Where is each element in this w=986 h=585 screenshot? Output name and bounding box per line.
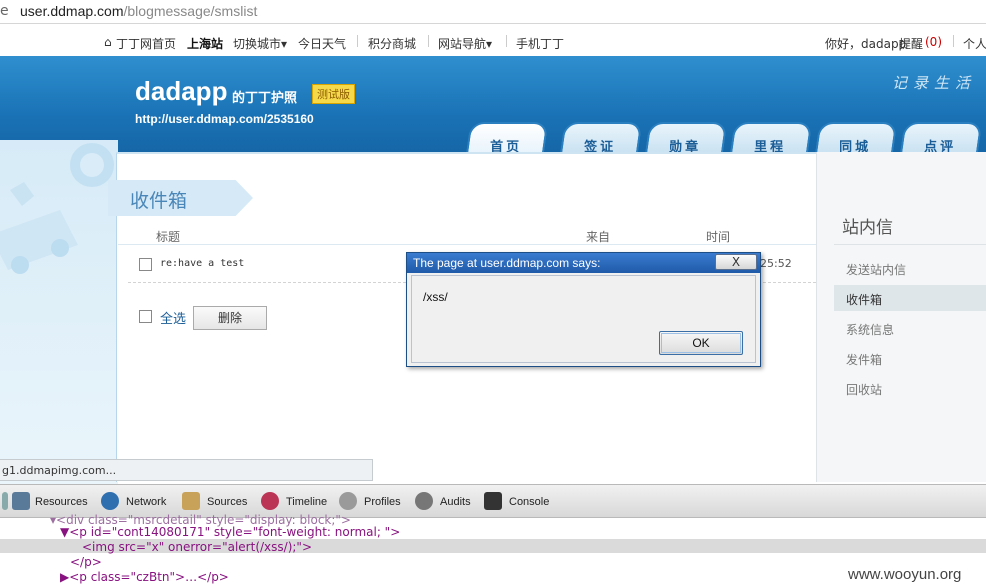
tab-medals[interactable]: 勋章 — [644, 122, 728, 156]
top-nav: ⌂ 丁丁网首页 上海站 切换城市▾ 今日天气 积分商城 网站导航▾ 手机丁丁 你… — [0, 24, 986, 56]
nav-home[interactable]: 丁丁网首页 — [116, 35, 176, 52]
right-item-trash[interactable]: 回收站 — [846, 381, 882, 398]
dialog-message: /xss/ — [423, 290, 448, 304]
profiles-icon — [339, 492, 357, 510]
address-bar[interactable]: e user.ddmap.com/blogmessage/smslist — [0, 0, 986, 24]
nav-mobile[interactable]: 手机丁丁 — [516, 35, 564, 52]
delete-button[interactable]: 删除 — [193, 306, 267, 330]
devtools-tab-timeline[interactable]: Timeline — [286, 496, 327, 508]
home-icon[interactable]: ⌂ — [104, 35, 112, 49]
devtools-tab-network[interactable]: Network — [126, 496, 166, 508]
col-from: 来自 — [586, 230, 611, 244]
url-host: user.ddmap.com — [20, 3, 124, 19]
inbox-title: 收件箱 — [108, 180, 253, 216]
code-line[interactable]: ▶<p class="czBtn">…</p> — [60, 570, 229, 584]
ok-button[interactable]: OK — [659, 331, 743, 355]
right-item-outbox[interactable]: 发件箱 — [846, 351, 882, 368]
console-icon — [484, 492, 502, 510]
home-url[interactable]: http://user.ddmap.com/2535160 — [135, 112, 314, 126]
timeline-icon — [261, 492, 279, 510]
right-item-system[interactable]: 系统信息 — [846, 321, 894, 338]
car-flower-illustration — [0, 143, 114, 274]
code-line-selected[interactable]: <img src="x" onerror="alert(/xss/);"> — [82, 540, 312, 554]
tab-home[interactable]: 首页 — [465, 122, 549, 156]
code-line[interactable]: ▼<p id="cont14080171" style="font-weight… — [60, 525, 400, 539]
divider — [357, 35, 358, 47]
divider — [834, 244, 986, 245]
dialog-title: The page at user.ddmap.com says: — [407, 253, 760, 273]
devtools-tab-audits[interactable]: Audits — [440, 496, 471, 508]
tab-local[interactable]: 同城 — [814, 122, 898, 156]
divider — [506, 35, 507, 47]
code-line[interactable]: </p> — [70, 555, 102, 569]
url-text[interactable]: user.ddmap.com/blogmessage/smslist — [20, 3, 257, 19]
right-item-send[interactable]: 发送站内信 — [846, 261, 906, 278]
nav-points-mall[interactable]: 积分商城 — [368, 35, 416, 52]
reminder-count: (0) — [925, 35, 942, 49]
close-button[interactable]: X — [715, 254, 757, 270]
devtools-tab-console[interactable]: Console — [509, 496, 549, 508]
select-all-checkbox[interactable] — [139, 310, 152, 323]
resources-icon — [12, 492, 30, 510]
divider — [428, 35, 429, 47]
tab-reviews[interactable]: 点评 — [899, 122, 983, 156]
right-item-inbox[interactable]: 收件箱 — [846, 291, 882, 308]
select-all-label[interactable]: 全选 — [160, 308, 186, 327]
nav-weather[interactable]: 今日天气 — [298, 35, 346, 52]
right-panel-title: 站内信 — [842, 218, 893, 238]
divider — [953, 35, 954, 47]
tab-mileage[interactable]: 里程 — [729, 122, 813, 156]
network-icon — [101, 492, 119, 510]
divider — [118, 244, 816, 245]
greeting: 你好，dadapp — [825, 37, 907, 51]
nav-switch-city[interactable]: 切换城市▾ — [233, 35, 287, 52]
watermark: www.wooyun.org — [848, 566, 962, 583]
devtools-tab-profiles[interactable]: Profiles — [364, 496, 401, 508]
nav-city[interactable]: 上海站 — [187, 35, 223, 52]
brand-name: dadapp — [135, 76, 228, 106]
message-checkbox[interactable] — [139, 258, 152, 271]
audits-icon — [415, 492, 433, 510]
slogan: 记录生活 — [892, 74, 977, 92]
left-decoration — [0, 140, 118, 485]
reminder-link[interactable]: 提醒 — [899, 35, 923, 52]
message-subject[interactable]: re:have a test — [160, 258, 244, 269]
status-bar: g1.ddmapimg.com... — [0, 459, 373, 481]
panel-icon — [2, 492, 8, 510]
col-subject: 标题 — [156, 230, 181, 244]
message-time: 25:52 — [760, 257, 792, 270]
url-path: /blogmessage/smslist — [123, 3, 258, 19]
devtools-tab-resources[interactable]: Resources — [35, 496, 88, 508]
alert-dialog: The page at user.ddmap.com says: X /xss/… — [406, 252, 761, 367]
right-panel — [816, 152, 986, 482]
devtools-tab-sources[interactable]: Sources — [207, 496, 247, 508]
col-time: 时间 — [706, 230, 731, 244]
page-icon: e — [0, 3, 9, 19]
brand-suffix: 的丁丁护照 — [232, 91, 298, 106]
nav-site-nav[interactable]: 网站导航▾ — [438, 35, 492, 52]
sources-icon — [182, 492, 200, 510]
tab-visa[interactable]: 签证 — [559, 122, 643, 156]
beta-badge: 测试版 — [312, 84, 355, 104]
nav-personal[interactable]: 个人 — [963, 35, 986, 52]
